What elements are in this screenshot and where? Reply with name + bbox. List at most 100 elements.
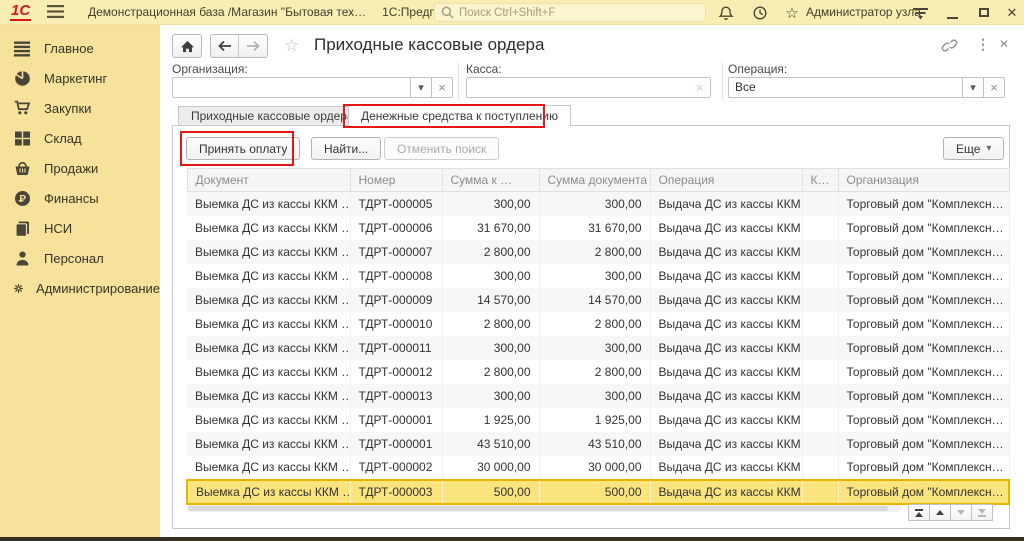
go-last-button[interactable]: [971, 504, 993, 521]
cancel-search-button[interactable]: Отменить поиск: [384, 137, 499, 160]
table-cell: 14 570,00: [539, 288, 650, 312]
close-window-button[interactable]: ✕: [1000, 0, 1024, 25]
cart-icon: [14, 100, 31, 117]
table-row[interactable]: Выемка ДС из кассы ККМ …ТДРТ-00000914 57…: [187, 288, 1009, 312]
table-cell: Торговый дом "Комплексн…: [838, 312, 1009, 336]
filter-separator: [722, 62, 723, 99]
get-link-icon[interactable]: [941, 38, 958, 55]
table-row[interactable]: Выемка ДС из кассы ККМ …ТДРТ-00000230 00…: [187, 456, 1009, 480]
table-row[interactable]: Выемка ДС из кассы ККМ …ТДРТ-0000072 800…: [187, 240, 1009, 264]
home-button[interactable]: [172, 34, 202, 58]
table-cell: 500,00: [442, 480, 539, 504]
back-button[interactable]: [211, 35, 239, 57]
forward-button[interactable]: [239, 35, 267, 57]
history-icon[interactable]: [748, 0, 772, 25]
table-row[interactable]: Выемка ДС из кассы ККМ …ТДРТ-00000631 67…: [187, 216, 1009, 240]
table-cell: ТДРТ-000006: [350, 216, 442, 240]
pie-chart-icon: [14, 70, 31, 87]
table-cell: ТДРТ-000012: [350, 360, 442, 384]
tab-denezhnye-sredstva[interactable]: Денежные средства к поступлению: [348, 105, 571, 126]
filter-kassa-clear-icon[interactable]: ×: [689, 78, 710, 97]
table-row[interactable]: Выемка ДС из кассы ККМ …ТДРТ-000005300,0…: [187, 192, 1009, 216]
sidebar-item-sklad[interactable]: Склад: [0, 123, 160, 153]
table-cell: [802, 264, 838, 288]
table-cell: Выемка ДС из кассы ККМ …: [187, 384, 350, 408]
sidebar-item-finansy[interactable]: Р Финансы: [0, 183, 160, 213]
sidebar-item-prodazhi[interactable]: Продажи: [0, 153, 160, 183]
main-menu-icon[interactable]: [47, 5, 64, 23]
table-cell: 1 925,00: [539, 408, 650, 432]
filter-operation-clear-icon[interactable]: ×: [983, 78, 1004, 97]
filter-org-clear-icon[interactable]: ×: [431, 78, 452, 97]
close-form-icon[interactable]: ✕: [999, 37, 1009, 51]
table-row[interactable]: Выемка ДС из кассы ККМ …ТДРТ-000013300,0…: [187, 384, 1009, 408]
base-name: Демонстрационная база /Магазин "Бытовая …: [88, 5, 366, 19]
bottom-edge-strip: [0, 537, 1024, 541]
column-header[interactable]: Сумма документа: [539, 169, 650, 192]
sidebar-item-marketing[interactable]: Маркетинг: [0, 63, 160, 93]
notifications-bell-icon[interactable]: [714, 0, 738, 25]
horizontal-scrollbar[interactable]: [187, 505, 901, 512]
table-cell: Торговый дом "Комплексн…: [838, 408, 1009, 432]
maximize-button[interactable]: [972, 0, 996, 25]
current-user[interactable]: Администратор узла: [806, 0, 921, 25]
filter-kassa-input[interactable]: ×: [466, 77, 711, 98]
table-cell: 31 670,00: [539, 216, 650, 240]
filter-operation-dropdown-icon[interactable]: ▾: [962, 78, 983, 97]
go-previous-button[interactable]: [929, 504, 951, 521]
sidebar-item-glavnoe[interactable]: Главное: [0, 33, 160, 63]
sidebar-item-personal[interactable]: Персонал: [0, 243, 160, 273]
table-cell: 2 800,00: [539, 312, 650, 336]
table-cell: Выемка ДС из кассы ККМ …: [187, 264, 350, 288]
table-row[interactable]: Выемка ДС из кассы ККМ …ТДРТ-000008300,0…: [187, 264, 1009, 288]
filter-org-input[interactable]: ▾ ×: [172, 77, 453, 98]
sidebar-item-zakupki[interactable]: Закупки: [0, 93, 160, 123]
column-header[interactable]: Документ: [187, 169, 350, 192]
minimize-button[interactable]: [940, 0, 964, 25]
table-cell: Торговый дом "Комплексн…: [838, 192, 1009, 216]
sidebar-item-label: Закупки: [44, 101, 91, 116]
table-header-row: ДокументНомерСумма к …Сумма документаОпе…: [187, 169, 1009, 192]
sidebar-item-administrirovanie[interactable]: Администрирование: [0, 273, 160, 303]
filter-org-dropdown-icon[interactable]: ▾: [410, 78, 431, 97]
sidebar-item-nsi[interactable]: НСИ: [0, 213, 160, 243]
table-row[interactable]: Выемка ДС из кассы ККМ …ТДРТ-00000143 51…: [187, 432, 1009, 456]
filter-operation-input[interactable]: Все ▾ ×: [728, 77, 1005, 98]
filter-kassa-label: Касса:: [466, 62, 502, 76]
sidebar-item-label: Продажи: [44, 161, 98, 176]
table-row[interactable]: Выемка ДС из кассы ККМ …ТДРТ-000011300,0…: [187, 336, 1009, 360]
table-cell: Торговый дом "Комплексн…: [838, 216, 1009, 240]
more-button[interactable]: Еще ▾: [943, 137, 1004, 160]
1c-logo[interactable]: 1С: [10, 2, 31, 21]
find-button[interactable]: Найти...: [311, 137, 381, 160]
go-first-button[interactable]: [908, 504, 930, 521]
documents-table: ДокументНомерСумма к …Сумма документаОпе…: [186, 168, 1010, 505]
column-header[interactable]: К…: [802, 169, 838, 192]
column-header[interactable]: Номер: [350, 169, 442, 192]
table-cell: Выемка ДС из кассы ККМ …: [187, 408, 350, 432]
more-menu-icon[interactable]: ⋮: [976, 37, 990, 51]
column-header[interactable]: Организация: [838, 169, 1009, 192]
go-next-button[interactable]: [950, 504, 972, 521]
accept-payment-button[interactable]: Принять оплату: [186, 137, 300, 160]
table-cell: [802, 192, 838, 216]
column-header[interactable]: Сумма к …: [442, 169, 539, 192]
favorites-star-icon[interactable]: ☆: [780, 0, 804, 25]
table-row[interactable]: Выемка ДС из кассы ККМ …ТДРТ-000003500,0…: [187, 480, 1009, 504]
scrollbar-thumb[interactable]: [188, 506, 888, 511]
table-row[interactable]: Выемка ДС из кассы ККМ …ТДРТ-0000122 800…: [187, 360, 1009, 384]
table-row[interactable]: Выемка ДС из кассы ККМ …ТДРТ-0000011 925…: [187, 408, 1009, 432]
forward-arrow-icon: [246, 40, 260, 52]
table-row[interactable]: Выемка ДС из кассы ККМ …ТДРТ-0000102 800…: [187, 312, 1009, 336]
table-cell: ТДРТ-000005: [350, 192, 442, 216]
filter-org-value: [173, 78, 410, 97]
tab-prihodnye-ordera[interactable]: Приходные кассовые ордера: [178, 106, 367, 125]
table-cell: Выдача ДС из кассы ККМ: [650, 312, 802, 336]
table-cell: 300,00: [539, 192, 650, 216]
column-header[interactable]: Операция: [650, 169, 802, 192]
global-search-input[interactable]: Поиск Ctrl+Shift+F: [434, 3, 706, 22]
page-favorite-star-icon[interactable]: ☆: [284, 36, 299, 56]
table-cell: Торговый дом "Комплексн…: [838, 288, 1009, 312]
service-menu-icon[interactable]: [908, 0, 932, 25]
table-cell: 2 800,00: [442, 312, 539, 336]
